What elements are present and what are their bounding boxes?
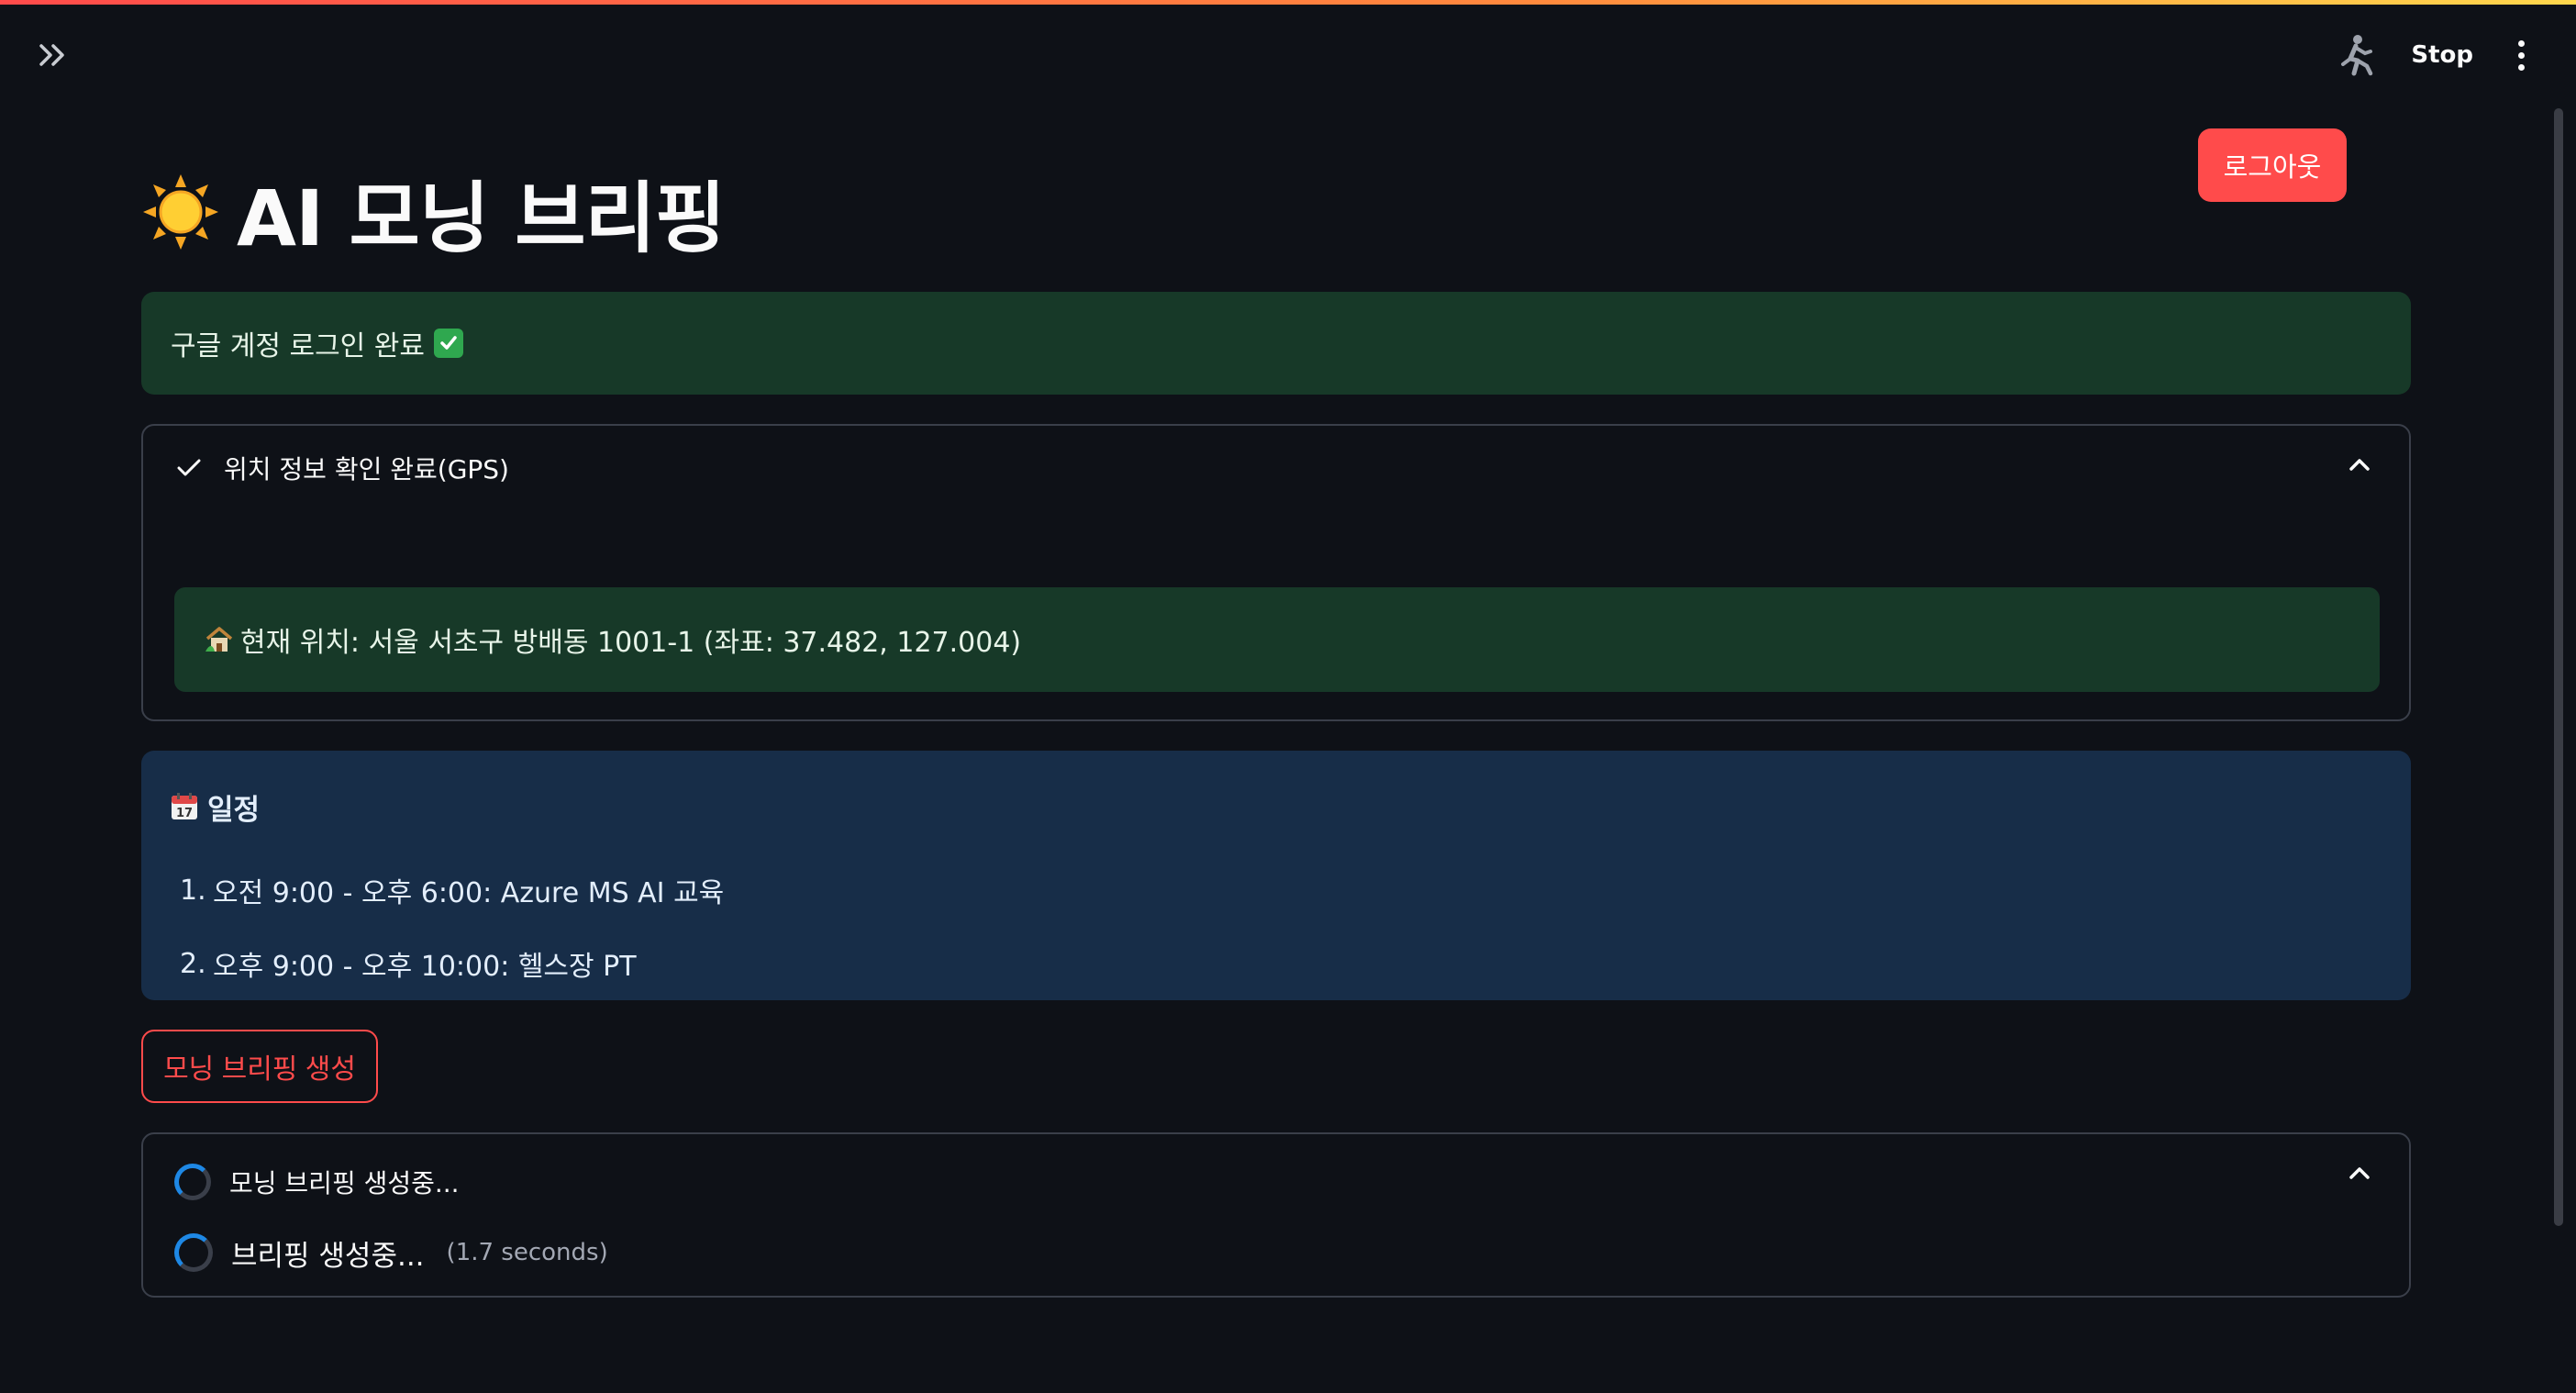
location-text: 현재 위치: 서울 서초구 방배동 1001-1 (좌표: 37.482, 12… [240,627,1022,659]
list-item-text: 오후 9:00 - 오후 10:00: 헬스장 PT [213,951,637,983]
logout-button[interactable]: 로그아웃 [2198,128,2347,202]
schedule-list: 1. 오전 9:00 - 오후 6:00: Azure MS AI 교육 2. … [169,853,2411,1000]
list-item-number: 1. [180,874,206,907]
sun-icon [143,174,218,250]
chevron-up-icon[interactable] [2348,1165,2371,1180]
list-item: 1. 오전 9:00 - 오후 6:00: Azure MS AI 교육 [169,853,2411,927]
check-box-icon [434,329,464,358]
main-menu-button[interactable] [2503,31,2539,79]
kebab-dot [2517,51,2525,59]
expand-sidebar-button[interactable] [33,35,73,75]
kebab-dot [2517,39,2525,47]
status-expander-header[interactable]: 모닝 브리핑 생성중... [174,1154,460,1209]
login-status-text: 구글 계정 로그인 완료 [171,330,426,362]
page-title: AI 모닝 브리핑 [141,162,726,263]
gps-expander-label: 위치 정보 확인 완료(GPS) [224,454,509,485]
status-task-row: 브리핑 생성중... (1.7 seconds) [174,1220,608,1285]
page-title-text: AI 모닝 브리핑 [237,173,726,263]
spinner-icon [174,1164,211,1200]
kebab-dot [2517,63,2525,71]
gps-status-expander: 위치 정보 확인 완료(GPS) 현재 위치: 서울 서초구 방배동 1001-… [141,424,2411,721]
list-item: 2. 오후 9:00 - 오후 10:00: 헬스장 PT [169,927,2411,1000]
svg-text:17: 17 [176,807,193,820]
status-header-label: 모닝 브리핑 생성중... [229,1168,460,1198]
briefing-status-expander: 모닝 브리핑 생성중... 브리핑 생성중... (1.7 seconds) [141,1132,2411,1298]
gps-expander-header[interactable]: 위치 정보 확인 완료(GPS) [143,426,2409,510]
schedule-title-text: 일정 [207,793,261,827]
calendar-icon: 17 [172,793,197,820]
check-icon [177,459,201,476]
list-item-number: 2. [180,947,206,980]
spinner-icon [174,1233,213,1272]
stop-button[interactable]: Stop [2404,36,2481,74]
schedule-title: 17 일정 [169,784,2411,830]
status-task-label: 브리핑 생성중... [231,1239,425,1273]
vertical-scrollbar[interactable] [2554,108,2563,1226]
app-toolbar: Stop [2334,28,2539,83]
top-decoration-bar [0,0,2576,5]
list-item-text: 오전 9:00 - 오후 6:00: Azure MS AI 교육 [213,877,725,909]
chevron-up-icon[interactable] [2348,457,2371,472]
login-success-alert: 구글 계정 로그인 완료 [141,292,2411,395]
location-success-alert: 현재 위치: 서울 서초구 방배동 1001-1 (좌표: 37.482, 12… [174,587,2380,692]
elapsed-time: (1.7 seconds) [446,1239,608,1266]
house-icon [205,627,233,652]
schedule-info-box: 17 일정 1. 오전 9:00 - 오후 6:00: Azure MS AI … [141,751,2411,1000]
running-man-icon [2334,31,2382,79]
double-chevron-right-icon [39,44,64,66]
generate-briefing-button[interactable]: 모닝 브리핑 생성 [141,1030,378,1103]
